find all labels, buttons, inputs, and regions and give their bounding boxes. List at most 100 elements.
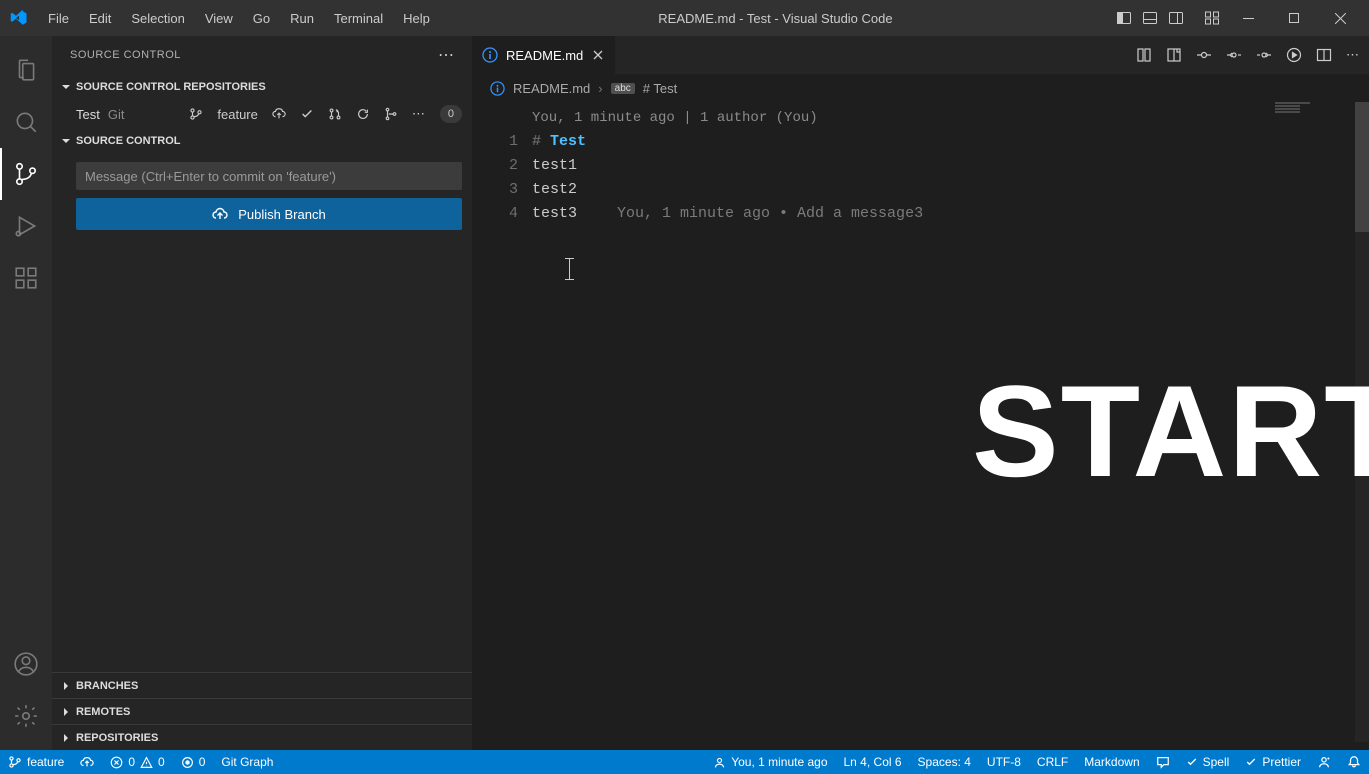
sidebar: SOURCE CONTROL ⋯ SOURCE CONTROL REPOSITO…	[52, 36, 472, 750]
overlay-text: START	[972, 356, 1369, 506]
publish-cloud-icon[interactable]	[269, 107, 289, 121]
menu-view[interactable]: View	[195, 0, 243, 36]
split-editor-icon[interactable]	[1314, 45, 1334, 65]
branch-indicator[interactable]	[186, 107, 206, 121]
editor-area: README.md ⋯ README.md › abc # Test	[472, 36, 1369, 750]
nav-forward-icon[interactable]	[1254, 45, 1274, 65]
section-repositories-panel-label: REPOSITORIES	[76, 732, 158, 744]
window-minimize[interactable]	[1225, 0, 1271, 36]
editor-tabs: README.md ⋯	[472, 36, 1369, 74]
status-spaces[interactable]: Spaces: 4	[910, 750, 979, 774]
breadcrumb-file[interactable]: README.md	[513, 81, 590, 96]
pull-request-icon[interactable]	[325, 107, 345, 121]
chevron-down-icon	[60, 81, 72, 93]
text-cursor	[569, 258, 570, 280]
menu-bar: File Edit Selection View Go Run Terminal…	[38, 0, 440, 36]
status-notifications-person[interactable]	[1309, 750, 1339, 774]
open-diff-icon[interactable]	[1134, 45, 1154, 65]
section-branches[interactable]: BRANCHES	[52, 672, 472, 698]
activity-accounts[interactable]	[0, 638, 52, 690]
status-gitgraph[interactable]: Git Graph	[213, 750, 281, 774]
chevron-right-icon: ›	[598, 81, 602, 96]
section-repositories-panel[interactable]: REPOSITORIES	[52, 724, 472, 750]
section-repositories-label: SOURCE CONTROL REPOSITORIES	[76, 81, 266, 93]
open-preview-icon[interactable]	[1164, 45, 1184, 65]
editor-actions: ⋯	[1134, 45, 1369, 65]
commit-circle-icon[interactable]	[1194, 45, 1214, 65]
status-feedback[interactable]	[1148, 750, 1178, 774]
activity-run-debug[interactable]	[0, 200, 52, 252]
activity-scm[interactable]	[0, 148, 52, 200]
window-title: README.md - Test - Visual Studio Code	[440, 11, 1111, 26]
activity-explorer[interactable]	[0, 44, 52, 96]
chevron-right-icon	[60, 680, 72, 692]
layout-sidebar-left-icon[interactable]	[1111, 0, 1137, 36]
section-branches-label: BRANCHES	[76, 680, 138, 692]
status-language[interactable]: Markdown	[1076, 750, 1147, 774]
refresh-icon[interactable]	[353, 107, 373, 121]
menu-go[interactable]: Go	[243, 0, 280, 36]
activity-search[interactable]	[0, 96, 52, 148]
status-prettier[interactable]: Prettier	[1237, 750, 1309, 774]
breadcrumb[interactable]: README.md › abc # Test	[472, 74, 1369, 102]
status-eol[interactable]: CRLF	[1029, 750, 1076, 774]
inline-blame: You, 1 minute ago • Add a message3	[577, 202, 923, 226]
window-maximize[interactable]	[1271, 0, 1317, 36]
activity-bar	[0, 36, 52, 750]
repo-more-icon[interactable]: ⋯	[409, 106, 428, 122]
status-encoding[interactable]: UTF-8	[979, 750, 1029, 774]
sidebar-title: SOURCE CONTROL	[70, 49, 181, 61]
title-controls	[1111, 0, 1369, 36]
nav-back-icon[interactable]	[1224, 45, 1244, 65]
customize-layout-icon[interactable]	[1199, 0, 1225, 36]
title-bar: File Edit Selection View Go Run Terminal…	[0, 0, 1369, 36]
status-blame[interactable]: You, 1 minute ago	[705, 750, 835, 774]
activity-extensions[interactable]	[0, 252, 52, 304]
menu-selection[interactable]: Selection	[121, 0, 194, 36]
layout-panel-icon[interactable]	[1137, 0, 1163, 36]
repo-type: Git	[108, 107, 125, 122]
commit-check-icon[interactable]	[297, 107, 317, 121]
menu-help[interactable]: Help	[393, 0, 440, 36]
window-close[interactable]	[1317, 0, 1363, 36]
status-bar: feature 0 0 0 Git Graph You, 1 minute ag…	[0, 750, 1369, 774]
vscode-logo	[0, 9, 38, 27]
menu-run[interactable]: Run	[280, 0, 324, 36]
line-gutter: 1 2 3 4	[472, 106, 532, 750]
publish-branch-button[interactable]: Publish Branch	[76, 198, 462, 230]
menu-terminal[interactable]: Terminal	[324, 0, 393, 36]
editor-more-icon[interactable]: ⋯	[1344, 45, 1361, 65]
menu-edit[interactable]: Edit	[79, 0, 121, 36]
status-position[interactable]: Ln 4, Col 6	[836, 750, 910, 774]
commit-message-input[interactable]: Message (Ctrl+Enter to commit on 'featur…	[76, 162, 462, 190]
status-sync[interactable]	[72, 750, 102, 774]
run-icon[interactable]	[1284, 45, 1304, 65]
menu-file[interactable]: File	[38, 0, 79, 36]
chevron-down-icon	[60, 135, 72, 147]
info-icon	[482, 47, 498, 63]
chevron-right-icon	[60, 706, 72, 718]
status-branch[interactable]: feature	[0, 750, 72, 774]
tab-label: README.md	[506, 48, 583, 63]
breadcrumb-symbol[interactable]: # Test	[643, 81, 677, 96]
section-repositories[interactable]: SOURCE CONTROL REPOSITORIES	[52, 74, 472, 100]
layout-sidebar-right-icon[interactable]	[1163, 0, 1189, 36]
tab-readme[interactable]: README.md	[472, 36, 616, 74]
activity-settings[interactable]	[0, 690, 52, 742]
repo-row[interactable]: Test Git feature ⋯ 0	[52, 100, 472, 128]
sidebar-more-icon[interactable]: ⋯	[438, 45, 454, 65]
minimap[interactable]	[1275, 102, 1355, 116]
changes-badge: 0	[440, 105, 462, 123]
branch-name[interactable]: feature	[214, 107, 260, 122]
repo-name: Test	[76, 107, 100, 122]
section-remotes[interactable]: REMOTES	[52, 698, 472, 724]
tab-close-icon[interactable]	[591, 48, 605, 62]
status-ports[interactable]: 0	[173, 750, 214, 774]
symbol-badge: abc	[611, 83, 635, 94]
tree-icon[interactable]	[381, 107, 401, 121]
status-notifications-bell[interactable]	[1339, 750, 1369, 774]
status-spell[interactable]: Spell	[1178, 750, 1238, 774]
status-problems[interactable]: 0 0	[102, 750, 172, 774]
section-scm[interactable]: SOURCE CONTROL	[52, 128, 472, 154]
section-scm-label: SOURCE CONTROL	[76, 135, 181, 147]
